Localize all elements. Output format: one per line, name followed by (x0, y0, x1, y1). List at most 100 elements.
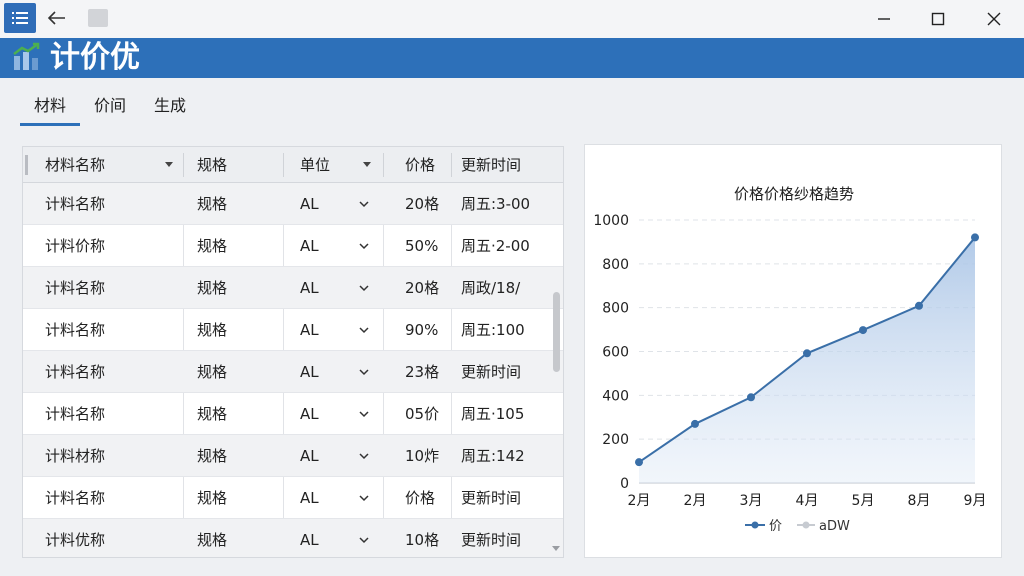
x-tick-label: 5月 (852, 493, 875, 509)
column-header-unit[interactable]: 单位 (300, 147, 330, 183)
table-row[interactable]: 计料名称 规格 AL 20格 周五:3-00 (23, 183, 563, 225)
cell-unit[interactable]: AL (300, 267, 319, 309)
cell-unit[interactable]: AL (300, 519, 319, 557)
tab-materials[interactable]: 材料 (20, 86, 81, 126)
tab-prices[interactable]: 价间 (80, 86, 140, 126)
maximize-icon (931, 12, 945, 26)
cell-material-name: 计料优称 (45, 531, 106, 549)
title-bar (0, 0, 1024, 38)
cell-spec: 规格 (197, 447, 228, 465)
y-tick-label: 600 (602, 345, 629, 361)
cell-unit[interactable]: AL (300, 393, 319, 435)
close-button[interactable] (974, 4, 1014, 34)
data-point[interactable] (747, 393, 755, 402)
sort-down-icon[interactable] (363, 162, 371, 168)
chevron-down-icon[interactable] (359, 495, 369, 502)
cell-material-name: 计料材称 (45, 447, 106, 465)
x-tick-label: 2月 (628, 493, 651, 509)
cell-unit[interactable]: AL (300, 183, 319, 225)
cell-updated: 周五:100 (461, 321, 525, 339)
chevron-down-icon[interactable] (359, 201, 369, 208)
cell-updated: 周五·105 (461, 405, 525, 423)
menu-button[interactable] (4, 3, 36, 33)
table-row[interactable]: 计料名称 规格 AL 90% 周五:100 (23, 309, 563, 351)
data-point[interactable] (971, 233, 979, 242)
series-area (639, 237, 975, 483)
column-divider (283, 153, 284, 177)
cell-spec: 规格 (197, 363, 228, 381)
x-tick-label: 9月 (964, 493, 987, 509)
table-row[interactable]: 计料名称 规格 AL 20格 周政/18/ (23, 267, 563, 309)
chevron-down-icon[interactable] (359, 411, 369, 418)
cell-spec: 规格 (197, 195, 228, 213)
column-header-name[interactable]: 材料名称 (45, 147, 105, 183)
x-tick-label: 2月 (684, 493, 707, 509)
table-row[interactable]: 计料材称 规格 AL 10炸 周五:142 (23, 435, 563, 477)
table-scrollbar[interactable] (550, 146, 562, 558)
x-tick-label: 4月 (796, 493, 819, 509)
sort-down-icon[interactable] (165, 162, 173, 168)
cell-price: 50% (405, 237, 439, 255)
column-divider (451, 153, 452, 177)
cell-updated: 更新时间 (461, 363, 522, 381)
cell-material-name: 计料名称 (45, 363, 106, 381)
arrow-left-icon (47, 11, 65, 25)
chevron-down-icon[interactable] (359, 285, 369, 292)
table-header: 材料名称 规格 单位 价格 更新时间 (23, 147, 563, 183)
cell-material-name: 计料名称 (45, 321, 106, 339)
scroll-down-icon[interactable] (552, 546, 560, 552)
y-tick-label: 800 (602, 301, 629, 317)
y-tick-label: 200 (602, 432, 629, 448)
cell-unit[interactable]: AL (300, 309, 319, 351)
cell-unit[interactable]: AL (300, 225, 319, 267)
cell-spec: 规格 (197, 321, 228, 339)
cell-updated: 周五:3-00 (461, 195, 531, 213)
cell-price: 10格 (405, 531, 440, 549)
cell-spec: 规格 (197, 405, 228, 423)
legend-marker (751, 521, 759, 529)
tab-generate[interactable]: 生成 (140, 86, 200, 126)
data-point[interactable] (859, 326, 867, 335)
scrollbar-thumb[interactable] (553, 292, 560, 372)
cell-material-name: 计料名称 (45, 279, 106, 297)
cell-price: 90% (405, 321, 439, 339)
data-point[interactable] (915, 301, 923, 310)
data-point[interactable] (803, 349, 811, 358)
app-header: 计价优 (0, 38, 1024, 78)
table-row[interactable]: 计料名称 规格 AL 05价 周五·105 (23, 393, 563, 435)
y-tick-label: 1000 (593, 213, 629, 229)
back-button[interactable] (44, 6, 70, 30)
minimize-button[interactable] (864, 4, 904, 34)
data-point[interactable] (691, 419, 699, 428)
chevron-down-icon[interactable] (359, 537, 369, 544)
cell-price: 价格 (405, 489, 436, 507)
chevron-down-icon[interactable] (359, 369, 369, 376)
y-tick-label: 800 (602, 257, 629, 273)
tab-bar: 材料 价间 生成 (20, 86, 200, 126)
maximize-button[interactable] (918, 4, 958, 34)
column-header-price[interactable]: 价格 (405, 147, 435, 183)
column-header-spec[interactable]: 规格 (197, 147, 227, 183)
table-row[interactable]: 计料名称 规格 AL 23格 更新时间 (23, 351, 563, 393)
cell-unit[interactable]: AL (300, 435, 319, 477)
data-point[interactable] (635, 458, 643, 467)
cell-updated: 更新时间 (461, 489, 522, 507)
cell-price: 20格 (405, 195, 440, 213)
chevron-down-icon[interactable] (359, 327, 369, 334)
x-tick-label: 8月 (908, 493, 931, 509)
chart-title: 价格价格纱格趋势 (734, 185, 854, 203)
table-row[interactable]: 计料优称 规格 AL 10格 更新时间 (23, 519, 563, 557)
cell-material-name: 计料名称 (45, 405, 106, 423)
cell-unit[interactable]: AL (300, 351, 319, 393)
legend-label: 价 (769, 519, 782, 534)
hamburger-icon (12, 12, 28, 24)
table-row[interactable]: 计料价称 规格 AL 50% 周五·2-00 (23, 225, 563, 267)
column-header-updated[interactable]: 更新时间 (461, 147, 521, 183)
chevron-down-icon[interactable] (359, 453, 369, 460)
chevron-down-icon[interactable] (359, 243, 369, 250)
resize-grip[interactable] (25, 155, 28, 175)
table-row[interactable]: 计料名称 规格 AL 价格 更新时间 (23, 477, 563, 519)
cell-spec: 规格 (197, 531, 228, 549)
chart-canvas: 价格价格纱格趋势 0 200 400 600 800 800 1000 2月 2月 3月 4月 5月 8月… (593, 185, 987, 534)
cell-unit[interactable]: AL (300, 477, 319, 519)
